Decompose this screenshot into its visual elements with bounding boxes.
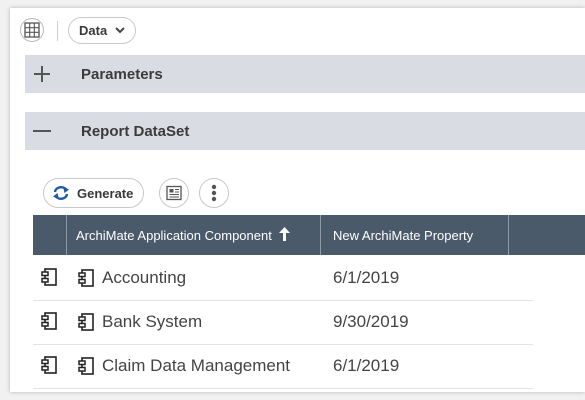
toolbar: Data — [10, 8, 585, 54]
component-name[interactable]: Claim Data Management — [102, 356, 290, 376]
component-name[interactable]: Bank System — [102, 312, 202, 332]
application-component-icon[interactable] — [41, 356, 57, 379]
component-name[interactable]: Accounting — [102, 268, 186, 288]
table-header-icon-cell — [33, 215, 67, 255]
application-component-icon — [78, 357, 94, 380]
report-view-button[interactable] — [159, 178, 189, 208]
grid-icon — [24, 22, 40, 38]
column-header-new-property[interactable]: New ArchiMate Property — [322, 215, 509, 255]
data-dropdown-button[interactable]: Data — [68, 17, 137, 44]
refresh-icon — [53, 186, 69, 200]
table-row[interactable]: Claim Data Management 6/1/2019 — [33, 344, 533, 389]
sort-ascending-icon — [278, 226, 290, 244]
report-dataset-section-header[interactable]: Report DataSet — [25, 112, 585, 150]
property-value: 6/1/2019 — [333, 268, 400, 287]
table-row[interactable]: Accounting 6/1/2019 — [33, 256, 533, 301]
property-value: 9/30/2019 — [333, 312, 409, 331]
more-options-button[interactable] — [199, 178, 229, 208]
data-dropdown-label: Data — [79, 23, 108, 38]
table-header: ArchiMate Application Component New Arch… — [33, 215, 585, 255]
property-value: 6/1/2019 — [333, 356, 400, 375]
application-component-icon — [78, 313, 94, 336]
application-component-icon[interactable] — [41, 268, 57, 291]
expand-icon[interactable] — [27, 65, 57, 83]
parameters-section-header[interactable]: Parameters — [25, 55, 585, 93]
application-component-icon — [78, 269, 94, 292]
more-vertical-icon — [211, 184, 217, 202]
table-row[interactable]: Bank System 9/30/2019 — [33, 300, 533, 345]
parameters-section-title: Parameters — [81, 65, 163, 83]
application-component-icon[interactable] — [41, 312, 57, 335]
toolbar-divider — [57, 21, 58, 41]
generate-button-label: Generate — [77, 185, 134, 201]
report-icon — [166, 185, 182, 201]
column-header-label: ArchiMate Application Component — [76, 227, 272, 243]
collapse-icon[interactable] — [27, 122, 57, 140]
chevron-down-icon — [115, 27, 125, 34]
column-header-application-component[interactable]: ArchiMate Application Component — [66, 215, 321, 255]
grid-view-button[interactable] — [20, 18, 44, 42]
report-panel: Data Parameters Report DataSet Generate … — [10, 8, 585, 392]
generate-button[interactable]: Generate — [43, 178, 145, 208]
report-dataset-section-title: Report DataSet — [81, 122, 190, 140]
column-header-label: New ArchiMate Property — [333, 227, 474, 243]
